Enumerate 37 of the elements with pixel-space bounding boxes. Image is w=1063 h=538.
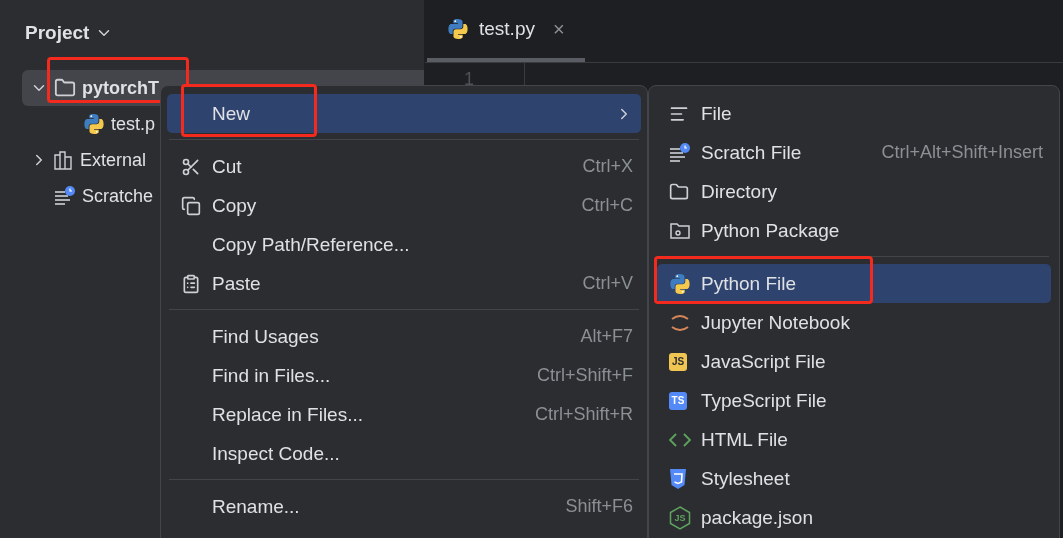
menu-item-label: File	[701, 102, 732, 125]
menu-item-label: Replace in Files...	[212, 403, 363, 426]
menu-item-label: Scratch File	[701, 141, 802, 164]
menu-item-label: Stylesheet	[701, 467, 790, 490]
shortcut-text: Ctrl+Shift+R	[534, 404, 633, 425]
tab-label: test.py	[479, 18, 535, 40]
typescript-icon: TS	[669, 391, 687, 410]
node-hexagon-icon: JS	[669, 505, 691, 530]
menu-item-label: Find Usages	[212, 325, 319, 348]
tree-item-label: Scratche	[82, 185, 154, 207]
shortcut-text: Shift+F6	[565, 496, 633, 517]
shortcut-text: Ctrl+Alt+Shift+Insert	[881, 142, 1043, 163]
shortcut-text: Ctrl+X	[582, 156, 633, 177]
menu-item-label: Python Package	[701, 219, 840, 242]
menu-item-label: TypeScript File	[701, 389, 827, 412]
shortcut-text: Ctrl+Shift+F	[536, 365, 633, 386]
menu-item-label: Paste	[212, 272, 261, 295]
menu-item-label: Find in Files...	[212, 364, 331, 387]
menu-item-label: Directory	[701, 180, 777, 203]
menu-item-label: Jupyter Notebook	[701, 311, 850, 334]
menu-item-label: JavaScript File	[701, 350, 826, 373]
shortcut-text: Alt+F7	[580, 326, 633, 347]
menu-item-label: Inspect Code...	[212, 442, 340, 465]
shortcut-text: Ctrl+C	[581, 195, 633, 216]
tree-item-label: External	[80, 149, 147, 171]
tree-item-label: pytorchT	[82, 77, 159, 99]
menu-item-label: HTML File	[701, 428, 788, 451]
shortcut-text: Ctrl+V	[582, 273, 633, 294]
menu-item-label: Rename...	[212, 495, 300, 518]
tree-item-label: test.p	[111, 113, 156, 135]
menu-item-label: Copy	[212, 194, 257, 217]
menu-item-label: package.json	[701, 506, 813, 529]
menu-item-label: Copy Path/Reference...	[212, 233, 410, 256]
javascript-icon: JS	[669, 352, 687, 371]
menu-item-label: Python File	[701, 272, 797, 295]
menu-item-label: Cut	[212, 155, 242, 178]
menu-item-label: New	[212, 102, 250, 125]
